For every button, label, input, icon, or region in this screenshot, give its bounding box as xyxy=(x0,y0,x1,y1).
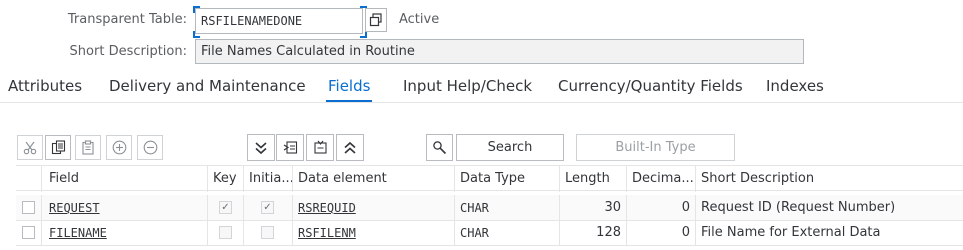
field-name-cell[interactable]: FILENAME xyxy=(44,220,204,246)
table-name-field[interactable]: RSFILENAMEDONE xyxy=(195,8,363,34)
insert-row-icon xyxy=(112,140,126,155)
expand-icon xyxy=(255,141,267,154)
paste-button[interactable] xyxy=(75,135,101,160)
short-description-field[interactable]: File Names Calculated in Routine xyxy=(195,39,804,64)
decimals-cell: 0 xyxy=(681,225,690,240)
collapse-structure-button[interactable] xyxy=(306,134,334,161)
delete-row-icon xyxy=(143,140,157,155)
collapse-structure-icon xyxy=(313,140,327,154)
column-header-data-type[interactable]: Data Type xyxy=(455,166,559,192)
column-header-data-element[interactable]: Data element xyxy=(293,166,453,192)
tab-currency-quantity-fields[interactable]: Currency/Quantity Fields xyxy=(558,77,743,95)
tab-attributes[interactable]: Attributes xyxy=(8,77,82,95)
column-header-key[interactable]: Key xyxy=(208,166,243,192)
search-icon-button[interactable] xyxy=(426,134,453,161)
initial-checkbox[interactable] xyxy=(261,226,274,239)
tab-indexes[interactable]: Indexes xyxy=(766,77,824,95)
built-in-type-button[interactable]: Built-In Type xyxy=(576,134,735,161)
copy-rows-icon xyxy=(51,140,65,155)
data-type-cell: CHAR xyxy=(460,226,489,240)
cut-icon xyxy=(23,141,37,154)
select-all-cell[interactable] xyxy=(16,166,42,192)
status-label: Active xyxy=(399,12,440,27)
insert-structure-button[interactable] xyxy=(276,134,304,161)
search-button[interactable]: Search xyxy=(456,134,564,161)
insert-structure-icon xyxy=(283,141,297,154)
table-row[interactable]: FILENAME RSFILENM CHAR 128 0 File Name f… xyxy=(16,220,963,246)
collapse-all-button[interactable] xyxy=(336,134,364,161)
table-name-label: Transparent Table: xyxy=(67,12,187,27)
data-type-cell: CHAR xyxy=(460,201,489,215)
row-selector[interactable] xyxy=(16,220,42,246)
decimals-cell: 0 xyxy=(681,200,690,215)
cut-button[interactable] xyxy=(17,135,43,160)
key-checkbox[interactable] xyxy=(219,226,232,239)
column-header-short-description[interactable]: Short Description xyxy=(696,166,963,192)
data-element-cell[interactable]: RSFILENM xyxy=(293,220,453,246)
column-header-field[interactable]: Field xyxy=(44,166,204,192)
short-description-cell: File Name for External Data xyxy=(701,225,881,240)
tab-input-help-check[interactable]: Input Help/Check xyxy=(403,77,532,95)
short-description-label: Short Description: xyxy=(69,44,187,59)
table-header-row: Field Key Initia... Data element Data Ty… xyxy=(16,165,963,192)
search-icon xyxy=(433,141,447,155)
collapse-icon xyxy=(344,141,356,154)
length-cell: 30 xyxy=(604,200,621,215)
short-description-cell: Request ID (Request Number) xyxy=(701,200,896,215)
column-header-length[interactable]: Length xyxy=(560,166,626,192)
column-header-initial[interactable]: Initia... xyxy=(244,166,292,192)
copy-button[interactable] xyxy=(45,135,71,160)
field-name-cell[interactable]: REQUEST xyxy=(44,195,204,221)
paste-icon xyxy=(82,140,94,155)
expand-all-button[interactable] xyxy=(247,134,275,161)
initial-checkbox[interactable]: ✓ xyxy=(261,201,274,214)
table-row[interactable]: REQUEST ✓ ✓ RSREQUID CHAR 30 0 Request I… xyxy=(16,195,963,221)
row-selector[interactable] xyxy=(16,195,42,221)
length-cell: 128 xyxy=(596,225,621,240)
tab-bar-divider xyxy=(0,102,963,103)
tab-delivery-maintenance[interactable]: Delivery and Maintenance xyxy=(109,77,306,95)
data-element-cell[interactable]: RSREQUID xyxy=(293,195,453,221)
key-checkbox[interactable]: ✓ xyxy=(219,201,232,214)
column-header-decimals[interactable]: Decima... xyxy=(627,166,695,192)
copy-to-clipboard-button[interactable] xyxy=(365,8,387,32)
tab-fields[interactable]: Fields xyxy=(328,77,370,95)
delete-row-button[interactable] xyxy=(137,135,163,160)
insert-row-button[interactable] xyxy=(106,135,132,160)
copy-icon xyxy=(369,13,382,27)
